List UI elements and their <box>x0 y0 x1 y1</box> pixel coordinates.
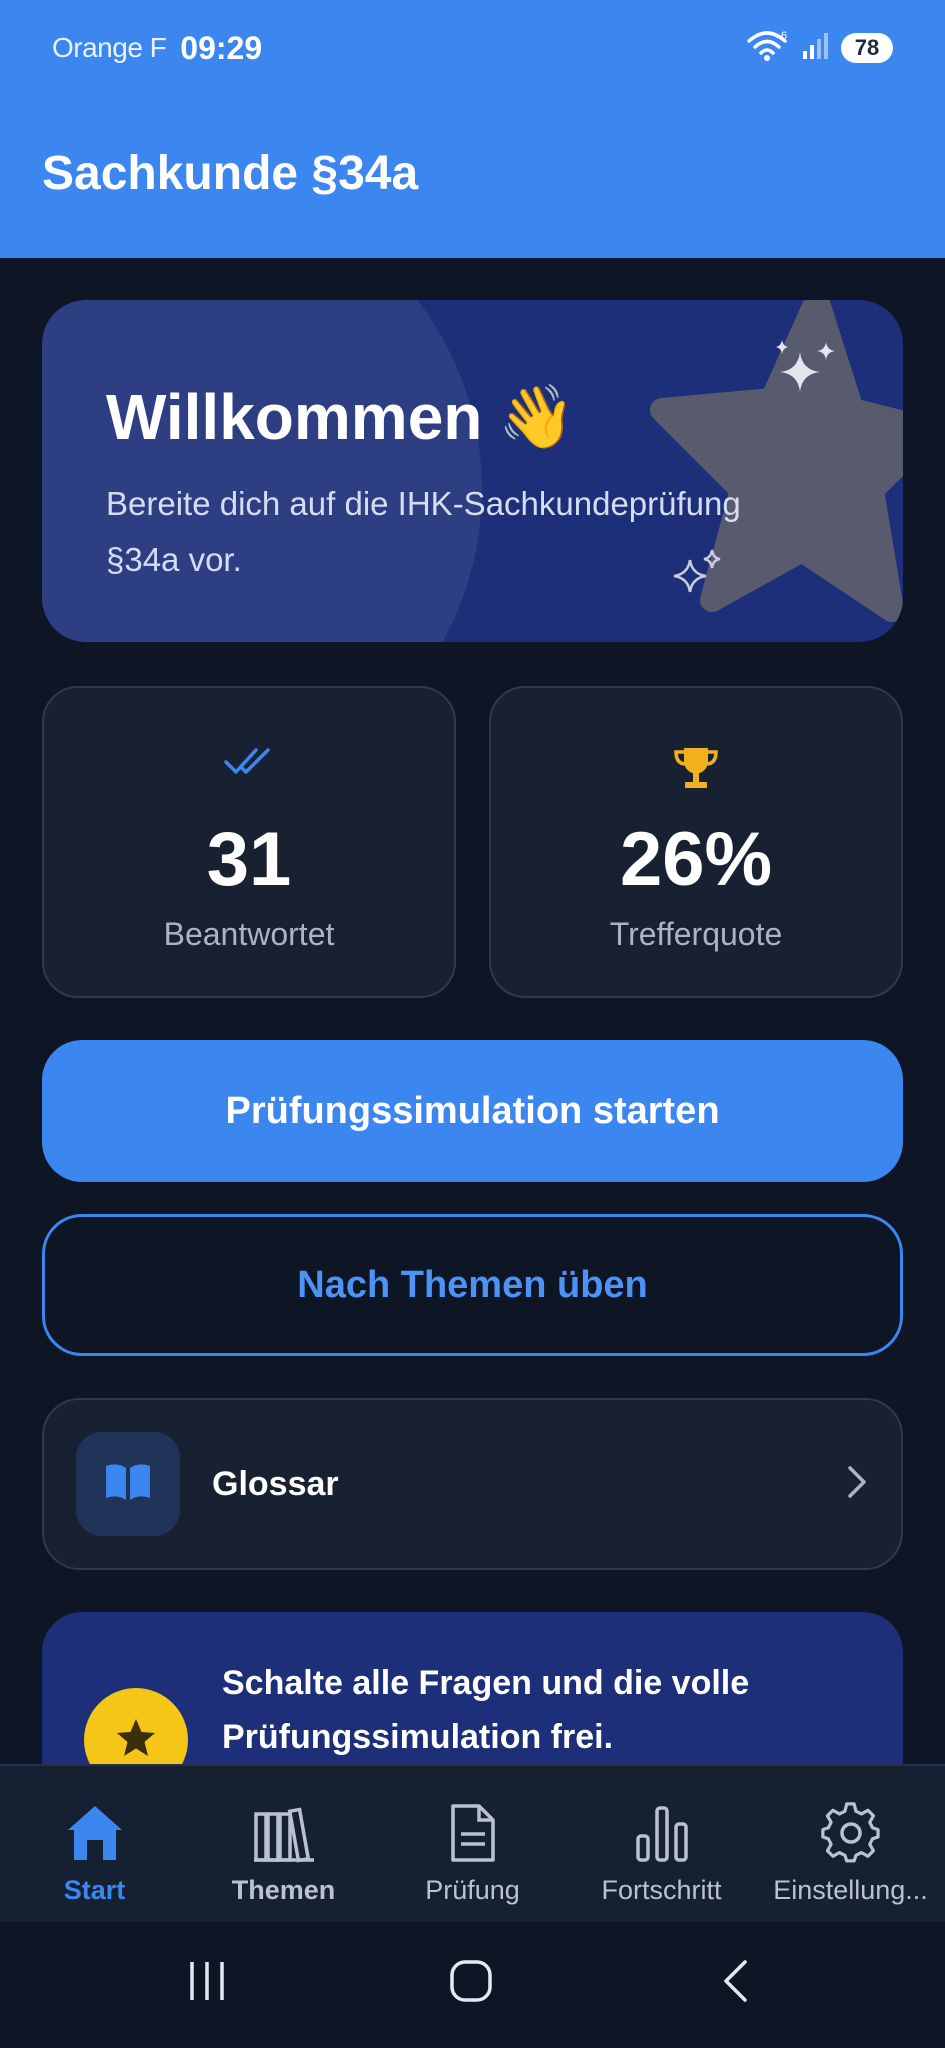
nav-item-einstellungen[interactable]: Einstellung... <box>756 1766 945 1922</box>
battery-indicator: 78 <box>841 33 893 63</box>
welcome-card: Willkommen 👋 Bereite dich auf die IHK-Sa… <box>42 300 903 642</box>
stat-card-answered: 31 Beantwortet <box>42 686 456 998</box>
double-check-icon <box>224 744 274 783</box>
bottom-navigation: Start Themen Prüfung Fortschritt Einstel… <box>0 1764 945 1922</box>
gear-icon <box>820 1802 881 1869</box>
welcome-heading: Willkommen 👋 <box>106 380 576 454</box>
nav-label-pruefung: Prüfung <box>425 1875 520 1905</box>
decorative-circle <box>42 300 482 642</box>
book-icon <box>103 1462 153 1507</box>
home-button-icon[interactable] <box>448 1958 494 2009</box>
nav-label-einstellungen: Einstellung... <box>773 1875 928 1905</box>
carrier-name: Orange F <box>52 32 167 63</box>
sparkle-icon <box>768 338 844 419</box>
document-icon <box>447 1802 499 1869</box>
bar-chart-icon <box>634 1802 690 1869</box>
glossary-icon-container <box>76 1432 180 1536</box>
system-navigation-bar <box>0 1922 945 2048</box>
home-icon <box>64 1802 126 1869</box>
nav-label-themen: Themen <box>231 1875 336 1905</box>
trophy-icon <box>672 744 720 797</box>
wifi-badge: 6 <box>781 30 787 42</box>
welcome-title: Willkommen <box>106 381 483 453</box>
nav-label-start: Start <box>63 1875 126 1905</box>
nav-item-themen[interactable]: Themen <box>189 1766 378 1922</box>
back-icon[interactable] <box>720 1958 750 2009</box>
signal-icon <box>801 31 831 66</box>
status-icons: 6 78 <box>747 29 893 68</box>
star-icon <box>114 1716 158 1765</box>
promo-text: Schalte alle Fragen und die volle Prüfun… <box>222 1664 750 1756</box>
recent-apps-icon[interactable] <box>186 1958 228 2009</box>
wifi-icon: 6 <box>747 29 791 68</box>
page-title: Sachkunde §34a <box>42 147 419 200</box>
nav-label-fortschritt: Fortschritt <box>601 1875 722 1905</box>
chevron-right-icon <box>845 1464 869 1505</box>
answered-label: Beantwortet <box>163 916 335 952</box>
stat-card-hit-rate: 26% Trefferquote <box>489 686 903 998</box>
welcome-subtitle: Bereite dich auf die IHK-Sachkundeprüfun… <box>106 485 741 578</box>
nav-item-pruefung[interactable]: Prüfung <box>378 1766 567 1922</box>
status-time: 09:29 <box>180 29 263 66</box>
status-bar: Orange F 09:29 6 78 <box>0 0 945 96</box>
answered-count: 31 <box>206 817 292 902</box>
books-icon <box>252 1802 316 1869</box>
practice-by-topics-button[interactable]: Nach Themen üben <box>42 1214 903 1356</box>
glossary-row[interactable]: Glossar <box>42 1398 903 1570</box>
hit-rate-label: Trefferquote <box>609 916 783 952</box>
waving-hand-icon: 👋 <box>498 382 576 452</box>
start-exam-simulation-button[interactable]: Prüfungssimulation starten <box>42 1040 903 1182</box>
nav-item-fortschritt[interactable]: Fortschritt <box>567 1766 756 1922</box>
nav-item-start[interactable]: Start <box>0 1766 189 1922</box>
app-header: Orange F 09:29 6 78 Sachkunde §34a <box>0 0 945 258</box>
glossary-label: Glossar <box>212 1464 339 1503</box>
hit-rate-value: 26% <box>619 817 773 902</box>
